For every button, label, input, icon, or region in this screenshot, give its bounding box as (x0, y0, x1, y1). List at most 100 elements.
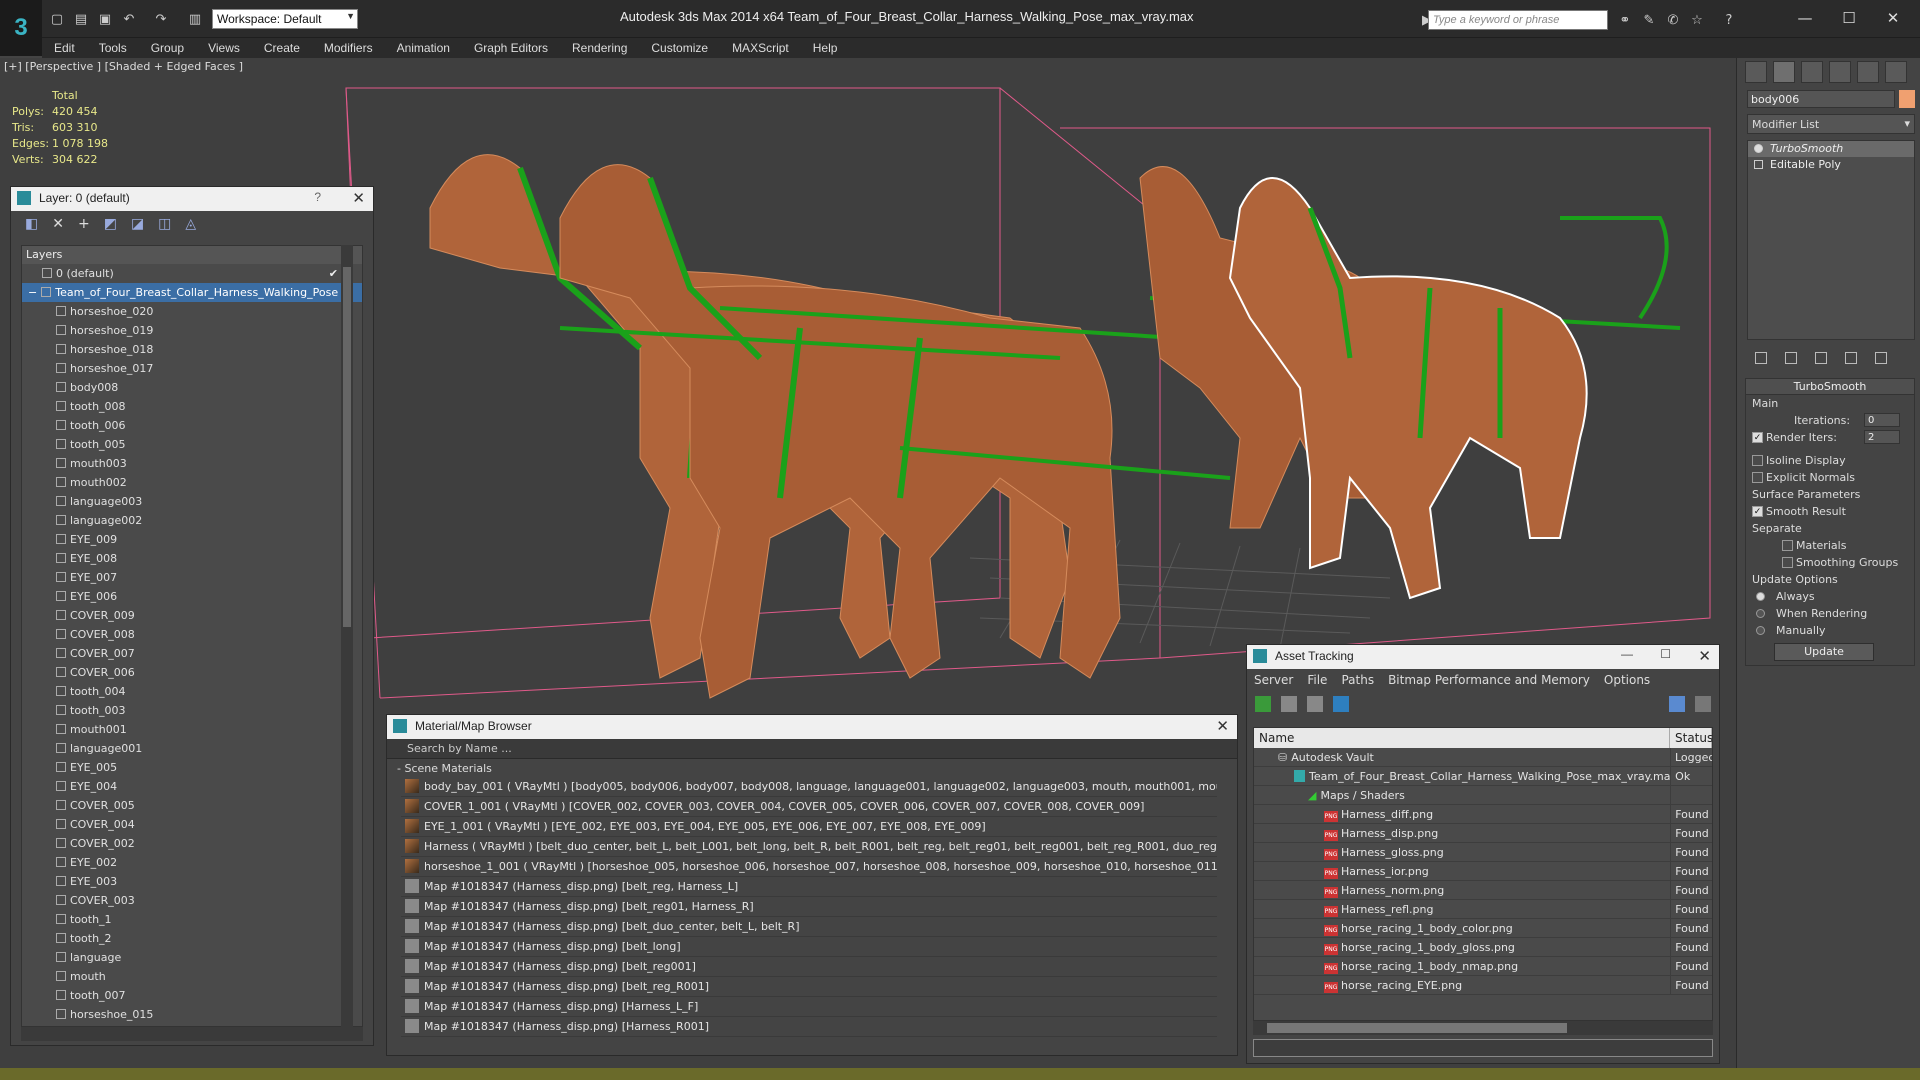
layer-object-row[interactable]: EYE_008 (22, 549, 362, 568)
maximize-button[interactable]: ☐ (1834, 6, 1864, 30)
asset-row-png[interactable]: PNG horse_racing_EYE.png Found (1254, 976, 1712, 995)
help-icon[interactable]: ? (1718, 9, 1740, 31)
layer-object-row[interactable]: EYE_009 (22, 530, 362, 549)
material-item[interactable]: EYE_1_001 ( VRayMtl ) [EYE_002, EYE_003,… (401, 817, 1217, 837)
layer-object-row[interactable]: tooth_006 (22, 416, 362, 435)
hide-all-icon[interactable]: ◫ (158, 216, 171, 232)
close-icon[interactable]: ✕ (1216, 717, 1229, 735)
scene-materials-group[interactable]: - Scene Materials (387, 759, 1237, 777)
subscription-icon[interactable]: ✎ (1638, 9, 1660, 31)
layer-object-row[interactable]: language001 (22, 739, 362, 758)
configure-modifier-sets-icon[interactable] (1875, 352, 1887, 364)
layer-object-row[interactable]: EYE_007 (22, 568, 362, 587)
asset-row-png[interactable]: PNG Harness_diff.png Found (1254, 805, 1712, 824)
column-name[interactable]: Name (1254, 728, 1670, 748)
layer-object-row[interactable]: COVER_006 (22, 663, 362, 682)
display-tab-icon[interactable] (1857, 61, 1879, 83)
project-folder-icon[interactable]: ▥ (184, 8, 206, 30)
scrollbar-thumb[interactable] (1267, 1023, 1567, 1033)
asset-row-png[interactable]: PNG Harness_disp.png Found (1254, 824, 1712, 843)
menu-file[interactable]: File (1300, 673, 1334, 687)
scrollbar-thumb[interactable] (343, 267, 351, 627)
minimize-button[interactable]: — (1621, 647, 1633, 661)
layer-object-row[interactable]: horseshoe_020 (22, 302, 362, 321)
maximize-button[interactable]: ☐ (1660, 647, 1671, 661)
layer-row-default[interactable]: 0 (default) ✔ (22, 264, 362, 283)
utilities-tab-icon[interactable] (1885, 61, 1907, 83)
list-view-icon[interactable] (1281, 696, 1297, 712)
layer-object-row[interactable]: COVER_007 (22, 644, 362, 663)
layer-object-row[interactable]: COVER_004 (22, 815, 362, 834)
asset-row-png[interactable]: PNG horse_racing_1_body_nmap.png Found (1254, 957, 1712, 976)
material-item[interactable]: Harness ( VRayMtl ) [belt_duo_center, be… (401, 837, 1217, 857)
freeze-all-icon[interactable]: ◬ (185, 216, 196, 232)
layer-row-team[interactable]: − Team_of_Four_Breast_Collar_Harness_Walk… (22, 283, 362, 302)
asset-horizontal-scrollbar[interactable] (1253, 1021, 1713, 1035)
update-button[interactable]: Update (1774, 643, 1874, 661)
modify-tab-icon[interactable] (1773, 61, 1795, 83)
menu-server[interactable]: Server (1247, 673, 1300, 687)
binoculars-icon[interactable]: ⚭ (1614, 9, 1636, 31)
map-item[interactable]: Map #1018347 (Harness_disp.png) [belt_lo… (401, 937, 1217, 957)
asset-row-vault[interactable]: ⛁ Autodesk Vault Logged (1254, 748, 1712, 767)
menu-help[interactable]: Help (801, 41, 850, 55)
manually-radio[interactable] (1756, 626, 1765, 635)
map-item[interactable]: Map #1018347 (Harness_disp.png) [belt_du… (401, 917, 1217, 937)
undo-icon[interactable]: ↶ (118, 8, 140, 30)
layer-object-row[interactable]: EYE_004 (22, 777, 362, 796)
object-name-field[interactable]: body006 (1747, 90, 1895, 108)
layer-list[interactable]: Layers 0 (default) ✔ − Team_of_Four_Breast… (21, 245, 363, 1027)
layer-object-row[interactable]: tooth_1 (22, 910, 362, 929)
layer-object-row[interactable]: language (22, 948, 362, 967)
layer-object-row[interactable]: COVER_002 (22, 834, 362, 853)
asset-row-maps-folder[interactable]: ◢ Maps / Shaders (1254, 786, 1712, 805)
lightbulb-icon[interactable] (1754, 144, 1763, 153)
material-item[interactable]: COVER_1_001 ( VRayMtl ) [COVER_002, COVE… (401, 797, 1217, 817)
layer-object-row[interactable]: COVER_008 (22, 625, 362, 644)
communication-icon[interactable]: ✆ (1662, 9, 1684, 31)
asset-row-max-file[interactable]: Team_of_Four_Breast_Collar_Harness_Walki… (1254, 767, 1712, 786)
column-status[interactable]: Status (1670, 728, 1712, 748)
layer-horizontal-scrollbar[interactable] (21, 1027, 363, 1041)
menu-graph-editors[interactable]: Graph Editors (462, 41, 560, 55)
asset-row-png[interactable]: PNG Harness_refl.png Found (1254, 900, 1712, 919)
redo-icon[interactable]: ↷ (150, 8, 172, 30)
materials-checkbox[interactable] (1782, 540, 1793, 551)
layer-object-row[interactable]: language003 (22, 492, 362, 511)
menu-options[interactable]: Options (1597, 673, 1657, 687)
layer-object-row[interactable]: horseshoe_015 (22, 1005, 362, 1024)
layer-panel-title-bar[interactable]: Layer: 0 (default) ? ✕ (11, 187, 373, 211)
close-icon[interactable]: ✕ (1698, 647, 1711, 665)
object-color-swatch[interactable] (1899, 90, 1915, 108)
new-file-icon[interactable]: ▢ (46, 8, 68, 30)
asset-row-png[interactable]: PNG Harness_ior.png Found (1254, 862, 1712, 881)
smooth-result-checkbox[interactable]: ✓ (1752, 506, 1763, 517)
create-layer-icon[interactable]: ◧ (25, 216, 38, 232)
layer-object-row[interactable]: mouth002 (22, 473, 362, 492)
asset-row-png[interactable]: PNG horse_racing_1_body_color.png Found (1254, 919, 1712, 938)
asset-row-png[interactable]: PNG Harness_norm.png Found (1254, 881, 1712, 900)
isoline-checkbox[interactable] (1752, 455, 1763, 466)
menu-customize[interactable]: Customize (639, 41, 720, 55)
layer-object-row[interactable]: mouth001 (22, 720, 362, 739)
layer-object-row[interactable]: COVER_009 (22, 606, 362, 625)
close-button[interactable]: ✕ (1878, 6, 1908, 30)
asset-tracking-title-bar[interactable]: Asset Tracking — ☐ ✕ (1247, 645, 1719, 669)
layer-object-row[interactable]: EYE_005 (22, 758, 362, 777)
layer-object-row[interactable]: tooth_004 (22, 682, 362, 701)
layer-object-row[interactable]: horseshoe_018 (22, 340, 362, 359)
layer-object-row[interactable]: mouth003 (22, 454, 362, 473)
pin-stack-icon[interactable] (1755, 352, 1767, 364)
layer-object-row[interactable]: EYE_006 (22, 587, 362, 606)
material-item[interactable]: horseshoe_1_001 ( VRayMtl ) [horseshoe_0… (401, 857, 1217, 877)
minimize-button[interactable]: — (1790, 6, 1820, 30)
create-tab-icon[interactable] (1745, 61, 1767, 83)
material-browser-title-bar[interactable]: Material/Map Browser ✕ (387, 715, 1237, 739)
select-objects-icon[interactable]: ◩ (104, 216, 117, 232)
layer-object-row[interactable]: EYE_003 (22, 872, 362, 891)
map-item[interactable]: Map #1018347 (Harness_disp.png) [belt_re… (401, 957, 1217, 977)
help-search-input[interactable]: Type a keyword or phrase (1428, 10, 1608, 30)
material-search-input[interactable]: Search by Name ... (387, 739, 1237, 759)
workspace-dropdown[interactable]: Workspace: Default ▼ (212, 9, 358, 29)
iterations-spinner[interactable]: 0 (1864, 413, 1900, 427)
